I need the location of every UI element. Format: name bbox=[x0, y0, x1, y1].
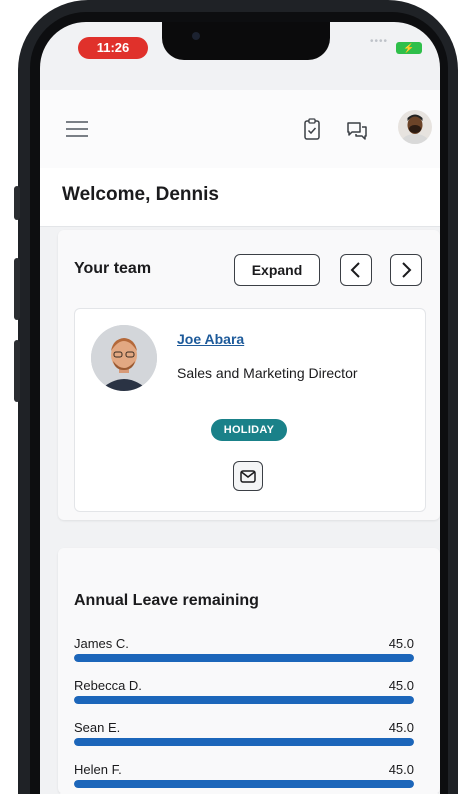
user-avatar[interactable] bbox=[398, 110, 432, 149]
phone-side-button bbox=[14, 186, 20, 220]
welcome-banner: Welcome, Dennis bbox=[40, 168, 440, 227]
member-avatar bbox=[91, 325, 157, 391]
leave-progress-bar bbox=[74, 654, 414, 662]
page-title: Welcome, Dennis bbox=[62, 184, 219, 205]
leave-progress-bar bbox=[74, 696, 414, 704]
leave-employee-name: Sean E. bbox=[74, 720, 121, 735]
leave-employee-name: Rebecca D. bbox=[74, 678, 142, 693]
leave-row: Helen F. 45.0 bbox=[74, 762, 414, 794]
leave-progress-bar bbox=[74, 780, 414, 788]
leave-row: Sean E. 45.0 bbox=[74, 720, 414, 754]
hamburger-menu-icon[interactable] bbox=[66, 120, 88, 143]
notch bbox=[162, 22, 330, 60]
member-name-link[interactable]: Joe Abara bbox=[177, 331, 244, 347]
status-badge: HOLIDAY bbox=[211, 419, 287, 441]
leave-value: 45.0 bbox=[388, 720, 414, 735]
leave-value: 45.0 bbox=[388, 762, 414, 777]
leave-progress-fill bbox=[74, 738, 414, 746]
team-member-card: Joe Abara Sales and Marketing Director H… bbox=[74, 308, 426, 512]
leave-employee-name: James C. bbox=[74, 636, 129, 651]
app-header bbox=[40, 90, 440, 169]
leave-value: 45.0 bbox=[388, 678, 414, 693]
previous-button[interactable] bbox=[340, 254, 372, 286]
status-time: 11:26 bbox=[78, 37, 148, 59]
leave-employee-name: Helen F. bbox=[74, 762, 122, 777]
team-card-title: Your team bbox=[74, 260, 152, 277]
phone-side-button bbox=[14, 340, 20, 402]
battery-icon: ⚡ bbox=[396, 42, 422, 54]
leave-row: Rebecca D. 45.0 bbox=[74, 678, 414, 712]
clipboard-check-icon[interactable] bbox=[304, 118, 320, 145]
camera-icon bbox=[192, 32, 200, 40]
leave-progress-fill bbox=[74, 696, 414, 704]
leave-value: 45.0 bbox=[388, 636, 414, 651]
annual-leave-card: Annual Leave remaining James C. 45.0 Reb… bbox=[58, 548, 440, 794]
team-card: Your team Expand Joe Abara Sales and Mar… bbox=[58, 230, 440, 520]
phone-side-button bbox=[14, 258, 20, 320]
leave-row: James C. 45.0 bbox=[74, 636, 414, 670]
next-button[interactable] bbox=[390, 254, 422, 286]
leave-progress-fill bbox=[74, 654, 414, 662]
email-button[interactable] bbox=[233, 461, 263, 491]
leave-progress-fill bbox=[74, 780, 414, 788]
chat-bubbles-icon[interactable] bbox=[346, 120, 368, 145]
app-screen: 11:26 •••• ⚡ Welcome, Dennis Your team E… bbox=[40, 22, 440, 794]
signal-icon: •••• bbox=[370, 36, 389, 47]
chevron-right-icon bbox=[402, 262, 412, 278]
leave-progress-bar bbox=[74, 738, 414, 746]
expand-button[interactable]: Expand bbox=[234, 254, 320, 286]
annual-leave-title: Annual Leave remaining bbox=[74, 592, 259, 609]
mail-icon bbox=[240, 470, 256, 483]
member-role: Sales and Marketing Director bbox=[177, 365, 358, 381]
chevron-left-icon bbox=[350, 262, 360, 278]
